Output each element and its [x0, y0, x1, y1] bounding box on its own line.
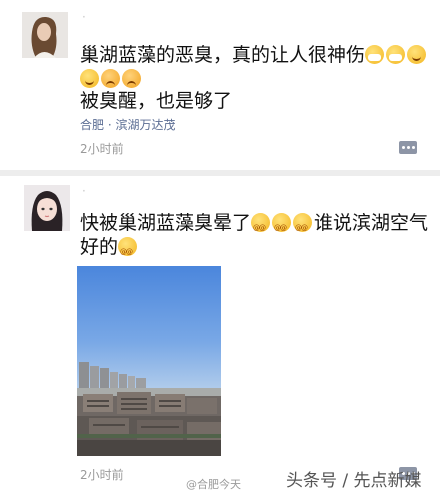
dizzy-face-icon: [251, 213, 271, 241]
post-text-line: 快被巢湖蓝藻臭晕了 谁说滨湖空气: [80, 210, 429, 241]
post-text: 巢湖蓝藻的恶臭，真的让人很神伤: [80, 44, 366, 66]
post-text: 谁说滨湖空气: [314, 212, 429, 234]
username[interactable]: ·: [82, 10, 86, 24]
sad-face-icon: [122, 69, 141, 88]
watermark-weibo: @合肥今天: [186, 478, 241, 491]
avatar[interactable]: [24, 185, 70, 231]
sad-face-icon: [101, 69, 120, 88]
timestamp: 2小时前: [80, 142, 124, 156]
mask-face-icon: [386, 45, 406, 64]
mask-face-icon: [365, 45, 385, 64]
avatar[interactable]: [22, 12, 68, 58]
post-text-line: 巢湖蓝藻的恶臭，真的让人很神伤: [80, 42, 428, 68]
watermark-toutiao: 头条号 / 先点新媒: [286, 471, 422, 491]
username[interactable]: ·: [82, 184, 86, 198]
comment-icon[interactable]: [399, 141, 417, 154]
grin-face-icon: [407, 45, 427, 64]
dizzy-face-icon: [118, 237, 138, 265]
location-link[interactable]: 合肥 · 滨湖万达茂: [80, 116, 175, 133]
post-photo[interactable]: [77, 266, 221, 456]
post-text: 好的: [80, 236, 119, 258]
post-text: 被臭醒，也是够了: [80, 90, 233, 112]
moment-post-2: · 快被巢湖蓝藻臭晕了 谁说滨湖空气 好的: [0, 172, 440, 494]
post-text: 快被巢湖蓝藻臭晕了: [80, 212, 252, 234]
dizzy-face-icon: [272, 213, 292, 241]
dizzy-face-icon: [293, 213, 313, 241]
grin-face-icon: [80, 69, 99, 88]
timestamp: 2小时前: [80, 468, 124, 482]
post-text-line: 好的: [80, 234, 139, 265]
moment-post-1: · 巢湖蓝藻的恶臭，真的让人很神伤 被臭醒，也是够了 合肥 · 滨湖万达茂 2小…: [0, 0, 440, 172]
